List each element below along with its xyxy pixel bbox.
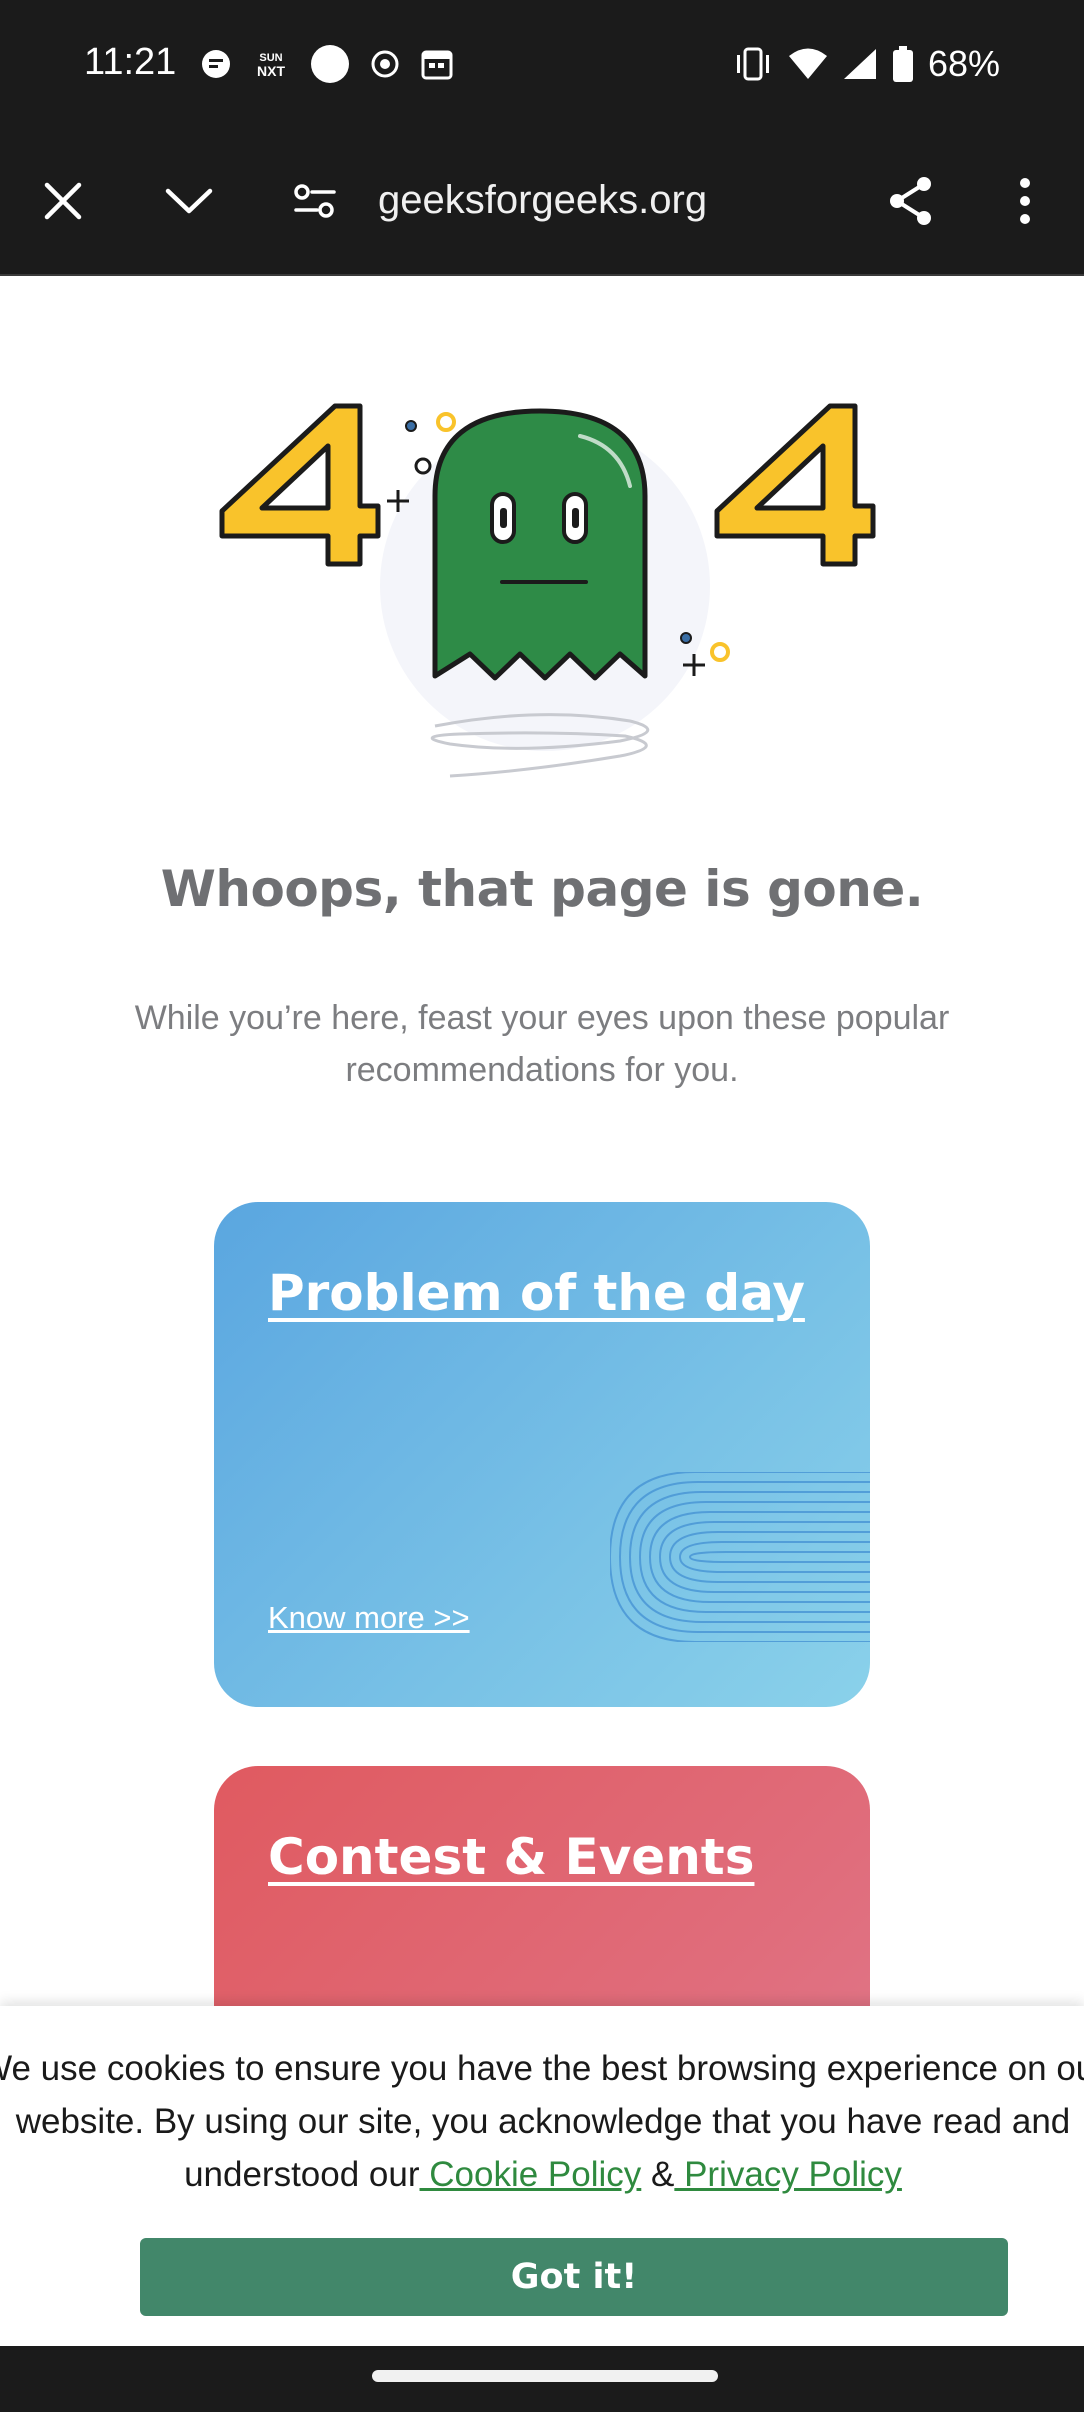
screen: 11:21 SUN NXT 68% geeksforgeeks.org Whoo… <box>0 0 1084 2412</box>
cookie-message: We use cookies to ensure you have the be… <box>0 2042 1084 2201</box>
close-tab-button[interactable] <box>28 166 98 236</box>
close-icon <box>44 182 82 220</box>
minimize-button[interactable] <box>154 166 224 236</box>
url-bar[interactable]: geeksforgeeks.org <box>378 174 707 226</box>
card-title[interactable]: Problem of the day <box>268 1264 805 1322</box>
vibrate-icon <box>736 47 769 81</box>
wifi-icon <box>788 48 827 79</box>
status-icons-right: 68% <box>732 40 1000 88</box>
status-bar: 11:21 SUN NXT 68% <box>0 0 1084 126</box>
svg-text:NXT: NXT <box>257 63 285 79</box>
browser-toolbar: geeksforgeeks.org <box>0 126 1084 276</box>
more-options-icon <box>1020 178 1030 224</box>
cookie-banner: We use cookies to ensure you have the be… <box>0 2006 1084 2346</box>
sun-nxt-icon: SUN NXT <box>257 52 285 79</box>
cookie-policy-link[interactable]: Cookie Policy <box>420 2155 641 2194</box>
page-title: Whoops, that page is gone. <box>160 860 924 918</box>
cookie-amp: & <box>641 2155 675 2194</box>
cell-signal-icon <box>843 49 876 79</box>
card-title[interactable]: Contest & Events <box>268 1828 754 1886</box>
privacy-policy-link[interactable]: Privacy Policy <box>674 2155 902 2194</box>
share-button[interactable] <box>876 166 946 236</box>
gesture-handle[interactable] <box>372 2370 718 2382</box>
more-options-button[interactable] <box>990 166 1060 236</box>
battery-percentage: 68% <box>927 43 1000 84</box>
record-icon <box>371 50 399 78</box>
system-nav-bar <box>0 2346 1084 2412</box>
card-decoration <box>610 1472 870 1642</box>
know-more-link[interactable]: Know more >> <box>268 1600 470 1636</box>
chevron-down-icon <box>165 188 213 214</box>
calendar-icon <box>421 50 453 80</box>
page-subtext: While you’re here, feast your eyes upon … <box>134 999 950 1089</box>
status-time: 11:21 <box>84 41 177 83</box>
site-settings-button[interactable] <box>280 166 350 236</box>
chat-notification-icon <box>202 50 230 78</box>
status-icons-left: SUN NXT <box>200 42 454 86</box>
error-404-illustration <box>219 403 876 778</box>
battery-icon <box>892 46 913 82</box>
share-icon <box>890 177 931 225</box>
site-settings-icon <box>294 184 336 218</box>
circle-icon <box>311 45 349 83</box>
problem-of-the-day-card[interactable]: Problem of the day Know more >> <box>214 1202 870 1707</box>
got-it-button[interactable]: Got it! <box>140 2238 1008 2316</box>
